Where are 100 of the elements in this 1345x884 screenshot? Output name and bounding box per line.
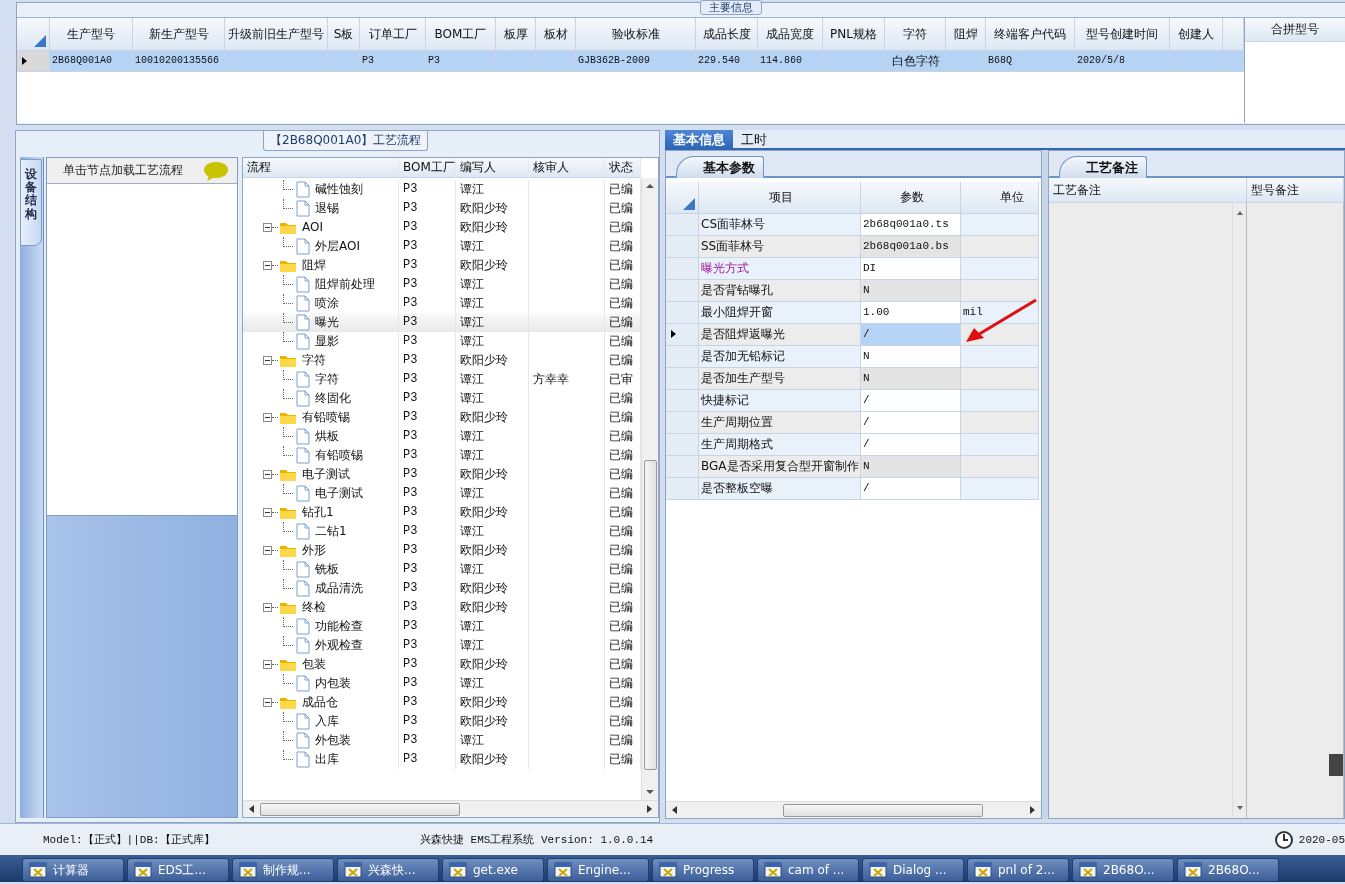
column-header[interactable]: 型号创建时间 bbox=[1075, 18, 1170, 51]
table-cell[interactable]: DI bbox=[861, 258, 961, 280]
tree-node[interactable]: 钻孔1 bbox=[300, 503, 336, 522]
tree-node[interactable]: 电子测试 bbox=[313, 484, 365, 503]
tree-node[interactable]: 有铅喷锡 bbox=[300, 408, 352, 427]
taskbar-button[interactable]: 兴森快... bbox=[337, 858, 439, 882]
column-header[interactable]: 板材 bbox=[536, 18, 576, 51]
scroll-thumb[interactable] bbox=[783, 803, 983, 817]
taskbar-button[interactable]: 2B68O... bbox=[1177, 858, 1279, 882]
collapse-icon[interactable] bbox=[263, 223, 272, 232]
column-header[interactable]: 升级前旧生产型号 bbox=[225, 18, 328, 51]
column-header[interactable]: 创建人 bbox=[1170, 18, 1223, 51]
tree-node[interactable]: 外形 bbox=[300, 541, 328, 560]
table-cell[interactable]: N bbox=[861, 346, 961, 368]
table-cell[interactable]: / bbox=[861, 478, 961, 500]
column-header[interactable]: 单位 bbox=[961, 182, 1039, 214]
scroll-thumb[interactable] bbox=[260, 802, 460, 816]
table-cell[interactable]: N bbox=[861, 280, 961, 302]
collapse-icon[interactable] bbox=[263, 470, 272, 479]
tree-node[interactable]: AOI bbox=[300, 218, 325, 237]
column-header[interactable]: 验收标准 bbox=[576, 18, 696, 51]
tree-node[interactable]: 阻焊前处理 bbox=[313, 275, 377, 294]
tree-node[interactable]: 出库 bbox=[313, 750, 341, 769]
table-cell[interactable]: N bbox=[861, 368, 961, 390]
tree-node[interactable]: 终检 bbox=[300, 598, 328, 617]
tree-node[interactable]: 成品清洗 bbox=[313, 579, 365, 598]
tree-node[interactable]: 喷涂 bbox=[313, 294, 341, 313]
taskbar-button[interactable]: Progress bbox=[652, 858, 754, 882]
tree-node[interactable]: 外包装 bbox=[313, 731, 353, 750]
tree-node[interactable]: 成品仓 bbox=[300, 693, 340, 712]
tab[interactable]: 基本信息 bbox=[665, 130, 733, 148]
column-header[interactable]: 成品长度 bbox=[696, 18, 758, 51]
scroll-thumb[interactable] bbox=[1329, 754, 1343, 776]
column-header[interactable]: 阻焊 bbox=[946, 18, 986, 51]
collapse-icon[interactable] bbox=[263, 261, 272, 270]
collapse-icon[interactable] bbox=[263, 660, 272, 669]
tree-node[interactable]: 终固化 bbox=[313, 389, 353, 408]
column-header[interactable]: BOM工厂 bbox=[426, 18, 496, 51]
tree-node[interactable]: 曝光 bbox=[313, 313, 341, 332]
table-cell[interactable]: 1.00 bbox=[861, 302, 961, 324]
taskbar-button[interactable]: get.exe bbox=[442, 858, 544, 882]
taskbar-button[interactable]: 2B68O... bbox=[1072, 858, 1174, 882]
taskbar-button[interactable]: cam of ... bbox=[757, 858, 859, 882]
tree-node[interactable]: 有铅喷锡 bbox=[313, 446, 365, 465]
tree-node[interactable]: 外观检查 bbox=[313, 636, 365, 655]
column-header[interactable]: 编写人 bbox=[456, 158, 529, 178]
table-cell[interactable]: / bbox=[861, 412, 961, 434]
column-header[interactable]: 流程 bbox=[243, 158, 399, 178]
table-cell[interactable]: 2b68q001a0.bs bbox=[861, 236, 961, 258]
table-cell[interactable]: / bbox=[861, 390, 961, 412]
scrollbar[interactable] bbox=[641, 178, 658, 800]
tree-node[interactable]: 二钻1 bbox=[313, 522, 349, 541]
taskbar-button[interactable]: Engine... bbox=[547, 858, 649, 882]
collapse-icon[interactable] bbox=[263, 413, 272, 422]
tree-node[interactable]: 功能检查 bbox=[313, 617, 365, 636]
tree-node[interactable]: 字符 bbox=[300, 351, 328, 370]
taskbar-button[interactable]: 制作规... bbox=[232, 858, 334, 882]
column-header[interactable]: 合拼型号 bbox=[1245, 18, 1345, 42]
column-header[interactable]: 参数 bbox=[861, 182, 961, 214]
scrollbar[interactable] bbox=[1232, 203, 1246, 818]
collapse-icon[interactable] bbox=[263, 698, 272, 707]
tree-node[interactable]: 碱性蚀刻 bbox=[313, 180, 365, 199]
tree-node[interactable]: 内包装 bbox=[313, 674, 353, 693]
tree-node[interactable]: 包装 bbox=[300, 655, 328, 674]
collapse-icon[interactable] bbox=[263, 356, 272, 365]
tree-node[interactable]: 铣板 bbox=[313, 560, 341, 579]
taskbar-button[interactable]: pnl of 2... bbox=[967, 858, 1069, 882]
collapse-icon[interactable] bbox=[263, 603, 272, 612]
tree-node[interactable]: 退锡 bbox=[313, 199, 341, 218]
column-header[interactable]: 项目 bbox=[699, 182, 861, 214]
column-header[interactable]: 工艺备注 bbox=[1049, 178, 1247, 202]
taskbar-button[interactable]: 计算器 bbox=[22, 858, 124, 882]
tree-node[interactable]: 入库 bbox=[313, 712, 341, 731]
tree-node[interactable]: 烘板 bbox=[313, 427, 341, 446]
column-header[interactable]: 字符 bbox=[885, 18, 946, 51]
column-header[interactable]: 新生产型号 bbox=[133, 18, 225, 51]
tree-node[interactable]: 阻焊 bbox=[300, 256, 328, 275]
tree-node[interactable]: 外层AOI bbox=[313, 237, 362, 256]
scroll-thumb[interactable] bbox=[643, 460, 657, 770]
tree-node[interactable]: 电子测试 bbox=[300, 465, 352, 484]
taskbar-button[interactable]: Dialog ... bbox=[862, 858, 964, 882]
tab[interactable]: 工时 bbox=[733, 130, 775, 148]
column-header[interactable]: 板厚 bbox=[496, 18, 536, 51]
column-header[interactable]: 型号备注 bbox=[1247, 178, 1344, 202]
scrollbar[interactable] bbox=[243, 800, 658, 817]
column-header[interactable]: 成品宽度 bbox=[758, 18, 823, 51]
column-header[interactable]: 状态 bbox=[605, 158, 641, 178]
collapse-icon[interactable] bbox=[263, 508, 272, 517]
table-cell[interactable]: N bbox=[861, 456, 961, 478]
tree-node[interactable]: 显影 bbox=[313, 332, 341, 351]
table-cell[interactable]: / bbox=[861, 434, 961, 456]
column-header[interactable]: 订单工厂 bbox=[360, 18, 426, 51]
column-header[interactable]: BOM工厂 bbox=[399, 158, 456, 178]
panel-tab[interactable]: 基本参数 bbox=[676, 156, 764, 178]
column-header[interactable]: 生产型号 bbox=[50, 18, 133, 51]
column-header[interactable]: PNL规格 bbox=[823, 18, 885, 51]
side-tab[interactable]: 设备结构 bbox=[20, 159, 42, 246]
column-header[interactable]: 终端客户代码 bbox=[986, 18, 1075, 51]
column-header[interactable]: S板 bbox=[328, 18, 360, 51]
taskbar-button[interactable]: EDS工... bbox=[127, 858, 229, 882]
